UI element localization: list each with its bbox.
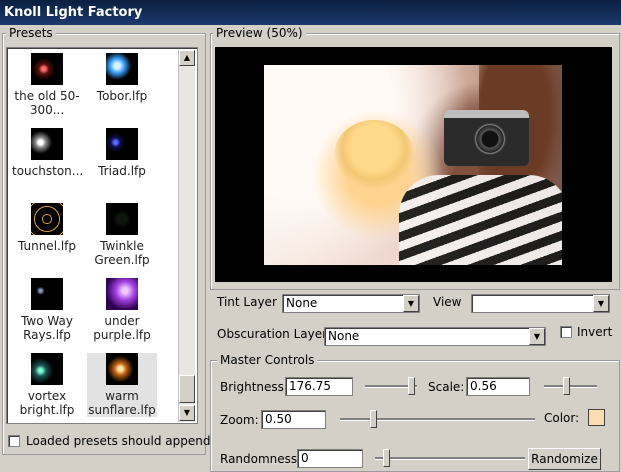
chevron-down-icon[interactable]: ▼ — [529, 328, 545, 345]
chevron-down-icon[interactable]: ▼ — [403, 295, 419, 312]
brightness-label: Brightness: — [220, 380, 288, 394]
preset-label: Triad.lfp — [98, 164, 146, 178]
randomness-slider[interactable] — [375, 449, 525, 467]
blue-dot-icon — [106, 128, 138, 160]
presets-legend: Presets — [6, 26, 56, 40]
preset-label: the old 50-300... — [14, 89, 80, 117]
red-flare-icon — [31, 53, 63, 85]
brightness-input[interactable]: 176.75 — [285, 377, 353, 396]
preset-item[interactable]: Two Way Rays.lfp — [12, 278, 82, 342]
scroll-down-icon[interactable]: ▼ — [179, 405, 195, 421]
tint-layer-select[interactable]: None ▼ — [282, 294, 420, 313]
window-title: Knoll Light Factory — [0, 0, 621, 25]
preset-item[interactable]: Tunnel.lfp — [12, 203, 82, 253]
brightness-slider[interactable] — [365, 377, 417, 395]
zoom-label: Zoom: — [220, 413, 259, 427]
chevron-down-icon[interactable]: ▼ — [593, 295, 609, 312]
invert-checkbox[interactable] — [560, 326, 572, 338]
slider-knob[interactable] — [370, 410, 377, 428]
tint-layer-label: Tint Layer — [217, 295, 277, 309]
scale-value: 0.56 — [470, 379, 497, 393]
camera — [444, 110, 529, 166]
preview-photo — [264, 65, 562, 265]
purple-glow-icon — [106, 278, 138, 310]
zoom-input[interactable]: 0.50 — [261, 410, 326, 429]
slider-knob[interactable] — [408, 377, 415, 395]
slider-knob[interactable] — [563, 377, 570, 395]
slider-knob[interactable] — [383, 449, 390, 467]
append-presets-label: Loaded presets should append — [26, 434, 211, 448]
scale-label: Scale: — [428, 380, 465, 394]
randomness-label: Randomness: — [220, 452, 302, 466]
scale-slider[interactable] — [544, 377, 597, 395]
camera-lens — [474, 123, 506, 155]
color-swatch[interactable] — [588, 409, 605, 426]
brightness-value: 176.75 — [289, 379, 331, 393]
preset-label: Tunnel.lfp — [17, 239, 77, 253]
color-label: Color: — [544, 411, 580, 425]
preview-image — [215, 47, 612, 282]
scale-input[interactable]: 0.56 — [466, 377, 530, 396]
white-star-icon — [31, 128, 63, 160]
tint-layer-value: None — [286, 296, 318, 310]
view-label: View — [433, 295, 462, 309]
randomize-button[interactable]: Randomize — [528, 448, 601, 470]
gold-rings-icon — [31, 203, 63, 235]
preset-item[interactable]: the old 50-300... — [12, 53, 82, 117]
teal-flare-icon — [31, 353, 63, 385]
append-presets-checkbox[interactable] — [8, 435, 20, 447]
preset-label: Tobor.lfp — [96, 89, 148, 103]
preset-item[interactable]: Triad.lfp — [87, 128, 157, 178]
preset-item[interactable]: vortex bright.lfp — [12, 353, 82, 417]
preset-item[interactable]: warm sunflare.lfp — [87, 353, 157, 417]
striped-shirt — [399, 175, 562, 265]
randomness-input[interactable]: 0 — [297, 449, 363, 468]
presets-scrollbar[interactable]: ▲ ▼ — [178, 50, 195, 422]
slider-track — [375, 457, 525, 460]
teddy-bear — [334, 120, 414, 190]
view-select[interactable]: ▼ — [471, 294, 610, 313]
obscuration-layer-label: Obscuration Layer — [217, 327, 328, 341]
scroll-thumb[interactable] — [179, 375, 195, 403]
invert-label: Invert — [577, 325, 613, 339]
preset-label: under purple.lfp — [93, 314, 151, 342]
preset-item[interactable]: under purple.lfp — [87, 278, 157, 342]
preset-item[interactable]: Tobor.lfp — [87, 53, 157, 103]
zoom-value: 0.50 — [265, 412, 292, 426]
preset-label: touchston... — [12, 164, 84, 178]
blue-flare-icon — [106, 53, 138, 85]
preset-label: warm sunflare.lfp — [88, 389, 156, 417]
dark-icon — [106, 203, 138, 235]
warm-sun-icon — [106, 353, 138, 385]
zoom-slider[interactable] — [340, 410, 535, 428]
small-star-icon — [31, 278, 63, 310]
preset-item[interactable]: Twinkle Green.lfp — [87, 203, 157, 267]
presets-list[interactable]: the old 50-300... Tobor.lfp touchston...… — [6, 47, 198, 424]
preset-item[interactable]: touchston... — [12, 128, 84, 178]
master-controls-legend: Master Controls — [217, 353, 318, 367]
preset-label: Twinkle Green.lfp — [94, 239, 150, 267]
slider-track — [544, 385, 597, 388]
obscuration-layer-value: None — [328, 329, 360, 343]
obscuration-layer-select[interactable]: None ▼ — [324, 327, 546, 346]
preset-label: vortex bright.lfp — [19, 389, 75, 417]
randomness-value: 0 — [301, 451, 309, 465]
preset-label: Two Way Rays.lfp — [21, 314, 73, 342]
preview-legend: Preview (50%) — [213, 26, 306, 40]
scroll-up-icon[interactable]: ▲ — [179, 50, 195, 66]
